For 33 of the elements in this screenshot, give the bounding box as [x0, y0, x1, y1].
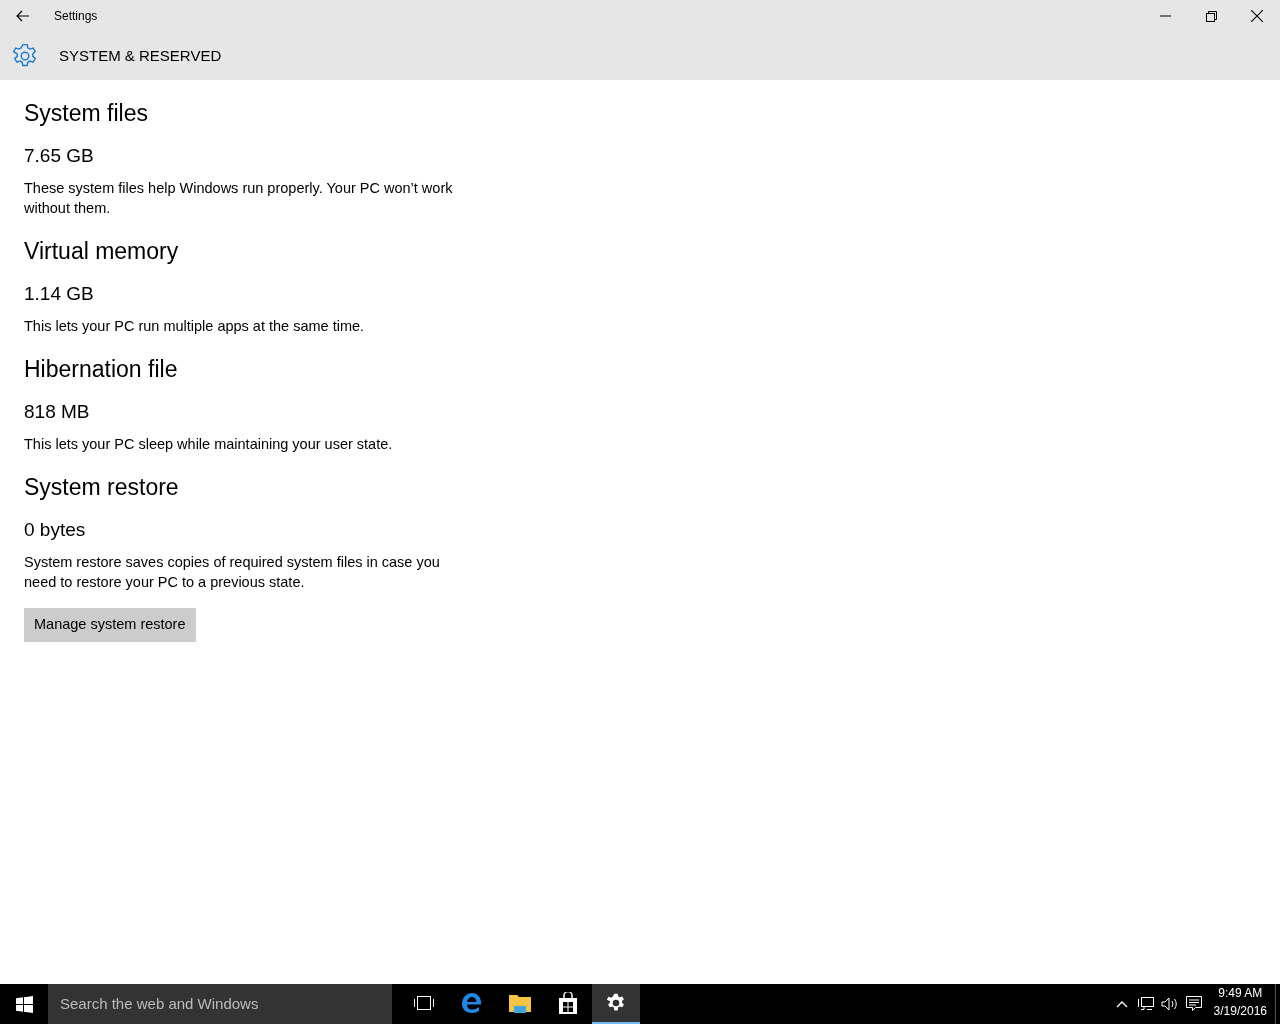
- section-heading: Virtual memory: [24, 238, 180, 266]
- speaker-icon[interactable]: [1161, 997, 1179, 1011]
- size-value: 818 MB: [24, 399, 91, 424]
- size-value: 7.65 GB: [24, 143, 95, 168]
- clock[interactable]: 9:49 AM 3/19/2016: [1205, 984, 1275, 1024]
- page-title: SYSTEM & RESERVED: [59, 45, 222, 66]
- section-description: These system files help Windows run properly. Your PC won’t work without them.: [24, 179, 454, 219]
- message-icon[interactable]: [1185, 996, 1202, 1012]
- size-value: 1.14 GB: [24, 281, 95, 306]
- gear-icon: [12, 43, 38, 69]
- minimize-icon: [1159, 15, 1171, 17]
- browser-icon: [461, 992, 483, 1014]
- task-view-icon: [413, 995, 435, 1011]
- search-field[interactable]: Search the web and Windows: [48, 984, 392, 1024]
- section-heading: Hibernation file: [24, 356, 179, 384]
- manage-button[interactable]: Manage system restore: [24, 608, 196, 643]
- back-arrow-icon: [16, 10, 30, 22]
- folder-icon: [508, 993, 532, 1013]
- section-heading: System files: [24, 100, 149, 128]
- size-value: 0 bytes: [24, 517, 87, 542]
- restore-icon: [1205, 10, 1217, 22]
- windows-logo-icon: [15, 995, 33, 1013]
- gear-icon: [606, 993, 626, 1013]
- section-description: System restore saves copies of required system files in case you need to restore your PC to a previous state.: [24, 553, 441, 593]
- close-icon: [1251, 10, 1263, 22]
- network-icon[interactable]: [1137, 997, 1154, 1011]
- section-description: This lets your PC run multiple apps at the same time.: [24, 317, 366, 337]
- chevron-up-icon[interactable]: [1115, 1000, 1128, 1008]
- section-description: This lets your PC sleep while maintaining your user state.: [24, 435, 394, 455]
- section-heading: System restore: [24, 474, 180, 502]
- shopping-bag-icon: [558, 992, 578, 1014]
- taskbar-app-button[interactable]: [592, 984, 640, 1024]
- window-title: Settings: [54, 8, 98, 25]
